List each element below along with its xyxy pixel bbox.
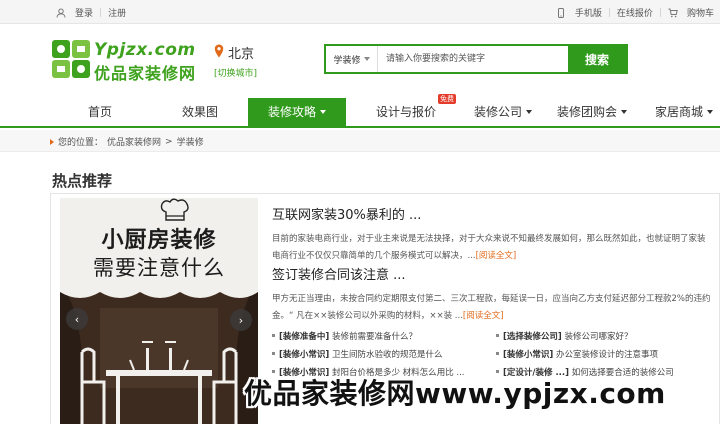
cart-link[interactable]: 购物车 bbox=[687, 6, 714, 19]
breadcrumb-current[interactable]: 学装修 bbox=[177, 135, 204, 148]
logo-text-cn: 优品家装修网 bbox=[94, 64, 197, 83]
current-city: 北京 bbox=[228, 47, 255, 62]
breadcrumb-separator: > bbox=[165, 136, 173, 147]
switch-city-link[interactable]: [切换城市] bbox=[214, 66, 257, 79]
breadcrumb-prefix: 您的位置： bbox=[58, 138, 104, 148]
nav-label: 装修团购会 bbox=[556, 105, 617, 119]
site-watermark: 优品家装修网www.ypjzx.com bbox=[244, 377, 666, 410]
link-tag: [选择装修公司] bbox=[503, 332, 562, 342]
link-text: 装修前需要准备什么？ bbox=[331, 332, 417, 342]
divider: | bbox=[607, 7, 611, 18]
header: Ypjzx.com 优品家装修网 北京 [切换城市] 学装修 搜索 bbox=[0, 24, 720, 98]
banner-subtitle: 需要注意什么 bbox=[93, 256, 225, 280]
free-badge: 免费 bbox=[438, 94, 456, 104]
online-quote-link[interactable]: 在线报价 bbox=[617, 6, 653, 19]
article-summary: 甲方无正当理由，未按合同约定期限支付第二、三次工程款，每延误一日，应当向乙方支付… bbox=[272, 291, 712, 325]
nav-item-home[interactable]: 首页 bbox=[60, 98, 140, 126]
divider: | bbox=[99, 7, 103, 18]
search-category-label: 学装修 bbox=[333, 55, 361, 66]
search-input[interactable] bbox=[378, 46, 568, 72]
read-more-link[interactable]: [阅读全文] bbox=[463, 311, 504, 321]
list-item[interactable]: [装修准备中] 装修前需要准备什么？ bbox=[272, 330, 417, 342]
banner-next-button[interactable]: › bbox=[230, 309, 252, 331]
chevron-down-icon bbox=[621, 110, 627, 114]
top-bar: 登录 | 注册 手机版 | 在线报价 | 购物车 bbox=[0, 0, 720, 24]
mobile-version-link[interactable]: 手机版 bbox=[575, 6, 602, 19]
list-item[interactable]: [装修小常识] 卫生间防水验收的规范是什么 bbox=[272, 348, 443, 360]
nav-item-companies[interactable]: 装修公司 bbox=[458, 98, 548, 126]
read-more-link[interactable]: [阅读全文] bbox=[476, 251, 517, 261]
breadcrumb: 您的位置： 优品家装修网 > 学装修 bbox=[0, 130, 720, 152]
dining-scene-illustration bbox=[60, 282, 258, 424]
divider: | bbox=[658, 7, 662, 18]
link-text: 办公室装修设计的注意事项 bbox=[555, 350, 658, 360]
article-title[interactable]: 互联网家装30%暴利的 ... bbox=[272, 208, 421, 223]
nav-label: 首页 bbox=[87, 105, 112, 119]
banner-prev-button[interactable]: ‹ bbox=[66, 308, 88, 330]
banner-title: 小厨房装修 bbox=[101, 228, 217, 253]
article-item: 签订装修合同该注意 ... 甲方无正当理由，未按合同约定期限支付第二、三次工程款… bbox=[272, 264, 712, 325]
search-category-select[interactable]: 学装修 bbox=[326, 46, 378, 72]
link-text: 装修公司哪家好？ bbox=[564, 332, 633, 342]
user-icon bbox=[56, 8, 66, 18]
logo-mark-icon bbox=[52, 40, 90, 78]
search-box: 学装修 搜索 bbox=[324, 44, 628, 74]
account-links: 登录 | 注册 bbox=[56, 6, 126, 19]
chevron-down-icon bbox=[526, 110, 532, 114]
article-summary: 目前的家装电商行业，对于业主来说是无法抉择，对于大众来说不知最终发展如何，那么既… bbox=[272, 231, 712, 265]
main-nav: 首页 效果图 装修攻略 设计与报价 免费 装修公司 装修团购会 家居商城 bbox=[0, 94, 720, 128]
logo-text-en: Ypjzx.com bbox=[94, 40, 196, 60]
utility-links: 手机版 | 在线报价 | 购物车 bbox=[556, 6, 714, 19]
nav-item-design-quote[interactable]: 设计与报价 免费 bbox=[358, 94, 456, 126]
link-text: 卫生间防水验收的规范是什么 bbox=[331, 350, 443, 360]
nav-label: 装修攻略 bbox=[267, 105, 316, 119]
link-tag: [装修准备中] bbox=[279, 332, 330, 342]
article-title[interactable]: 签订装修合同该注意 ... bbox=[272, 268, 406, 283]
cart-icon bbox=[668, 8, 678, 17]
nav-item-guide[interactable]: 装修攻略 bbox=[248, 98, 346, 126]
nav-label: 设计与报价 bbox=[375, 105, 436, 119]
chevron-down-icon bbox=[707, 110, 713, 114]
feature-banner[interactable]: 小厨房装修 需要注意什么 ‹ › bbox=[60, 198, 258, 424]
link-tag: [装修小常识] bbox=[279, 350, 330, 360]
location-pin-icon bbox=[214, 44, 224, 58]
register-link[interactable]: 注册 bbox=[108, 6, 126, 19]
nav-item-mall[interactable]: 家居商城 bbox=[648, 98, 720, 126]
list-item[interactable]: [选择装修公司] 装修公司哪家好？ bbox=[496, 330, 633, 342]
bullet bbox=[496, 334, 499, 337]
chef-hat-icon bbox=[160, 198, 189, 221]
nav-item-group-buy[interactable]: 装修团购会 bbox=[552, 98, 632, 126]
nav-label: 家居商城 bbox=[654, 105, 703, 119]
login-link[interactable]: 登录 bbox=[75, 6, 93, 19]
section-title: 热点推荐 bbox=[52, 172, 113, 190]
link-tag: [装修小常识] bbox=[503, 350, 554, 360]
bullet bbox=[496, 352, 499, 355]
nav-item-gallery[interactable]: 效果图 bbox=[158, 98, 242, 126]
breadcrumb-home[interactable]: 优品家装修网 bbox=[107, 135, 161, 148]
site-logo[interactable]: Ypjzx.com 优品家装修网 bbox=[52, 40, 200, 88]
list-item[interactable]: [装修小常识] 办公室装修设计的注意事项 bbox=[496, 348, 658, 360]
nav-label: 效果图 bbox=[181, 105, 218, 119]
bullet bbox=[272, 352, 275, 355]
search-button[interactable]: 搜索 bbox=[568, 46, 626, 72]
article-item: 互联网家装30%暴利的 ... 目前的家装电商行业，对于业主来说是无法抉择，对于… bbox=[272, 204, 712, 265]
bullet bbox=[272, 334, 275, 337]
mobile-icon bbox=[557, 7, 564, 18]
nav-label: 装修公司 bbox=[473, 105, 522, 119]
chevron-down-icon bbox=[363, 57, 370, 61]
breadcrumb-arrow-icon bbox=[50, 138, 54, 145]
chevron-down-icon bbox=[320, 110, 326, 114]
